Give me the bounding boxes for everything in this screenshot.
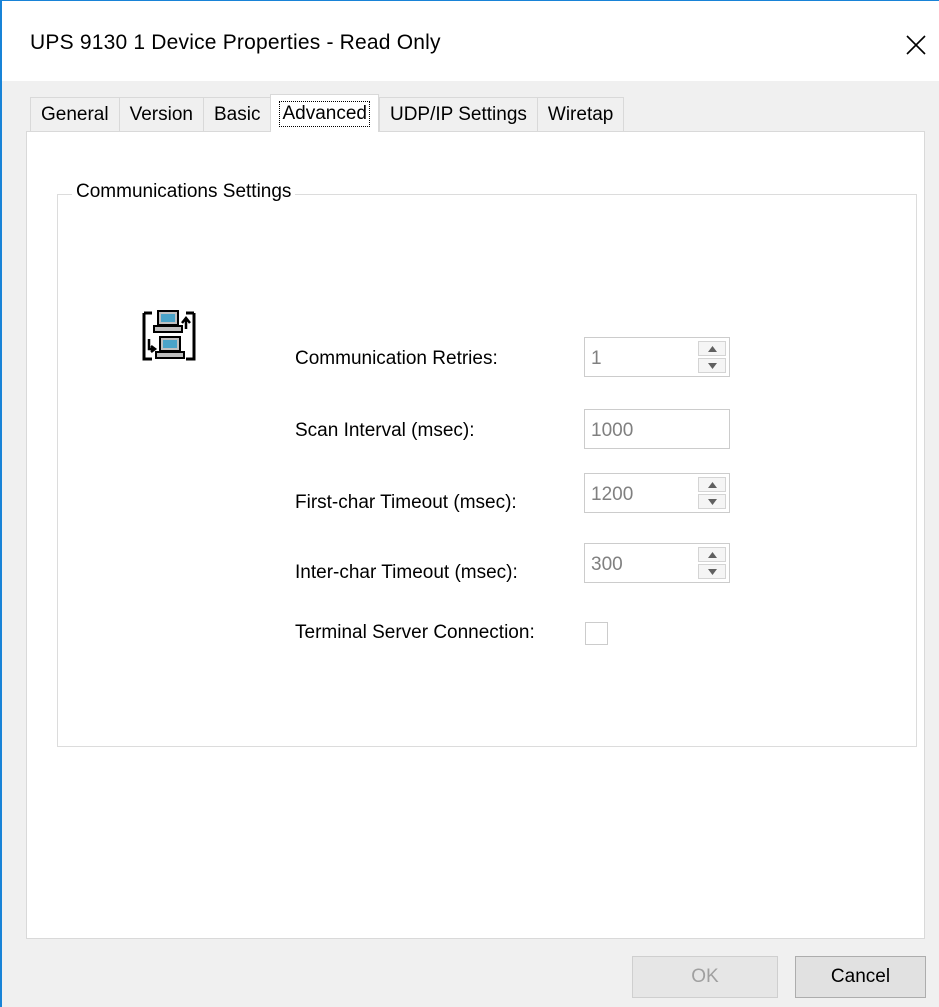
scan-interval-field[interactable]: 1000 — [584, 409, 730, 449]
tab-strip: General Version Basic Advanced UDP/IP Se… — [30, 94, 625, 132]
tab-label: Wiretap — [547, 103, 614, 125]
communication-retries-stepper[interactable]: 1 — [584, 337, 730, 377]
tab-general[interactable]: General — [30, 97, 119, 131]
group-title: Communications Settings — [72, 181, 296, 203]
triangle-up-icon — [707, 481, 717, 488]
communication-retries-label: Communication Retries: — [295, 348, 498, 369]
spin-buttons — [698, 341, 726, 373]
communication-retries-value: 1 — [591, 348, 602, 369]
spin-up-button[interactable] — [698, 341, 726, 356]
tab-wiretap[interactable]: Wiretap — [536, 97, 625, 131]
tab-label: Version — [129, 103, 193, 125]
tab-label: UDP/IP Settings — [389, 103, 527, 125]
title-bar: UPS 9130 1 Device Properties - Read Only — [2, 1, 939, 81]
inter-char-timeout-value: 300 — [591, 554, 623, 575]
spin-buttons — [698, 547, 726, 579]
scan-interval-label: Scan Interval (msec): — [295, 420, 475, 441]
advanced-tab-panel: Communications Settings Communication Re… — [26, 131, 925, 939]
close-icon — [906, 35, 926, 55]
spin-up-button[interactable] — [698, 547, 726, 562]
tab-label: General — [41, 103, 109, 125]
first-char-timeout-value: 1200 — [591, 484, 634, 505]
tab-advanced[interactable]: Advanced — [270, 94, 379, 132]
triangle-up-icon — [707, 551, 717, 558]
device-properties-dialog: UPS 9130 1 Device Properties - Read Only… — [0, 0, 939, 1007]
communications-settings-group: Communications Settings Communication Re… — [57, 181, 917, 747]
window-title: UPS 9130 1 Device Properties - Read Only — [30, 31, 441, 54]
tab-basic[interactable]: Basic — [202, 97, 271, 131]
tab-label: Basic — [213, 103, 261, 125]
spin-buttons — [698, 477, 726, 509]
tab-label: Advanced — [279, 100, 370, 127]
cancel-button[interactable]: Cancel — [795, 956, 926, 998]
spin-down-button[interactable] — [698, 494, 726, 509]
first-char-timeout-label: First-char Timeout (msec): — [295, 492, 517, 513]
triangle-down-icon — [707, 362, 717, 369]
spin-down-button[interactable] — [698, 564, 726, 579]
tab-udp-ip-settings[interactable]: UDP/IP Settings — [378, 97, 537, 131]
first-char-timeout-stepper[interactable]: 1200 — [584, 473, 730, 513]
tab-version[interactable]: Version — [118, 97, 203, 131]
triangle-down-icon — [707, 498, 717, 505]
triangle-up-icon — [707, 345, 717, 352]
terminal-server-connection-label: Terminal Server Connection: — [295, 622, 535, 643]
scan-interval-value: 1000 — [591, 420, 634, 441]
terminal-server-connection-checkbox[interactable] — [585, 622, 608, 645]
inter-char-timeout-stepper[interactable]: 300 — [584, 543, 730, 583]
close-button[interactable] — [893, 23, 939, 67]
spin-up-button[interactable] — [698, 477, 726, 492]
spin-down-button[interactable] — [698, 358, 726, 373]
inter-char-timeout-label: Inter-char Timeout (msec): — [295, 562, 518, 583]
ok-button[interactable]: OK — [632, 956, 778, 998]
triangle-down-icon — [707, 568, 717, 575]
computers-exchange-icon — [142, 310, 196, 361]
